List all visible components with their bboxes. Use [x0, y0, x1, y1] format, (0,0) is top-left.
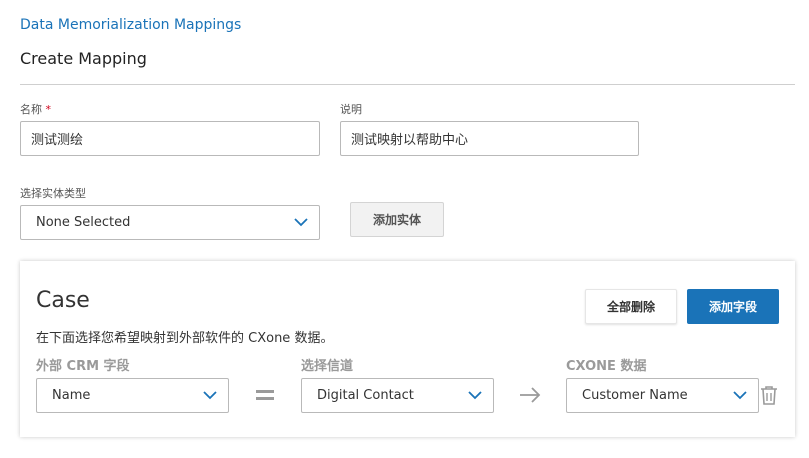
chevron-down-icon	[293, 215, 309, 231]
entity-type-label: 选择实体类型	[20, 187, 86, 200]
description-label: 说明	[340, 103, 362, 116]
name-input-value: 测试测绘	[31, 133, 84, 148]
channel-value: Digital Contact	[317, 388, 414, 403]
breadcrumb[interactable]: Data Memorialization Mappings	[20, 17, 241, 33]
page-title: Create Mapping	[20, 49, 147, 68]
description-input[interactable]: 测试映射以帮助中心	[340, 121, 639, 156]
entity-type-select[interactable]: None Selected	[20, 205, 320, 240]
cxone-data-value: Customer Name	[582, 388, 688, 403]
channel-column-header: 选择信道	[301, 359, 354, 374]
chevron-down-icon	[732, 388, 748, 404]
description-input-value: 测试映射以帮助中心	[351, 133, 469, 148]
external-crm-select[interactable]: Name	[36, 378, 229, 413]
delete-all-button[interactable]: 全部删除	[585, 289, 677, 324]
name-input[interactable]: 测试测绘	[20, 121, 320, 156]
header-divider	[20, 84, 795, 85]
cxone-column-header: CXONE 数据	[566, 359, 647, 374]
equals-icon	[255, 386, 275, 404]
arrow-right-icon	[519, 385, 541, 405]
add-entity-button[interactable]: 添加实体	[350, 202, 444, 237]
chevron-down-icon	[467, 388, 483, 404]
required-mark: *	[45, 103, 52, 116]
trash-icon[interactable]	[759, 384, 779, 406]
external-crm-value: Name	[52, 388, 91, 403]
chevron-down-icon	[202, 388, 218, 404]
case-card: Case 在下面选择您希望映射到外部软件的 CXone 数据。 全部删除 添加字…	[20, 261, 795, 437]
external-crm-column-header: 外部 CRM 字段	[36, 359, 130, 374]
card-description: 在下面选择您希望映射到外部软件的 CXone 数据。	[36, 331, 334, 346]
entity-type-value: None Selected	[36, 215, 131, 230]
name-label-text: 名称	[20, 103, 42, 116]
name-label: 名称 *	[20, 101, 51, 117]
channel-select[interactable]: Digital Contact	[301, 378, 494, 413]
card-title: Case	[36, 288, 90, 313]
add-field-button[interactable]: 添加字段	[687, 289, 779, 324]
cxone-data-select[interactable]: Customer Name	[566, 378, 759, 413]
